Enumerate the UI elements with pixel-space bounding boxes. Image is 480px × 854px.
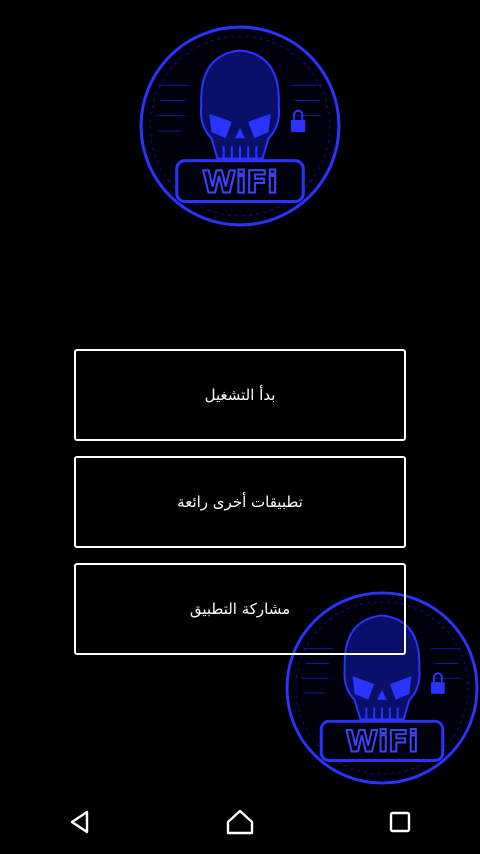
svg-text:WiFi: WiFi	[202, 165, 278, 200]
home-button[interactable]	[210, 792, 270, 852]
start-button[interactable]: بدأ التشغيل	[74, 349, 406, 441]
share-app-button-label: مشاركة التطبيق	[189, 600, 291, 618]
more-apps-button-label: تطبيقات أخرى رائعة	[177, 493, 303, 511]
start-button-label: بدأ التشغيل	[204, 386, 276, 404]
back-triangle-icon	[70, 810, 89, 834]
back-button[interactable]	[50, 792, 110, 852]
recents-square-icon	[389, 811, 411, 833]
recents-button[interactable]	[370, 792, 430, 852]
navigation-bar	[0, 790, 480, 854]
svg-text:WiFi: WiFi	[346, 725, 419, 759]
share-app-button[interactable]: مشاركة التطبيق	[74, 563, 406, 655]
skull-wifi-logo-top: WiFi	[138, 24, 342, 228]
skull-wifi-icon: WiFi	[139, 25, 341, 227]
home-icon	[226, 809, 254, 835]
more-apps-button[interactable]: تطبيقات أخرى رائعة	[74, 456, 406, 548]
